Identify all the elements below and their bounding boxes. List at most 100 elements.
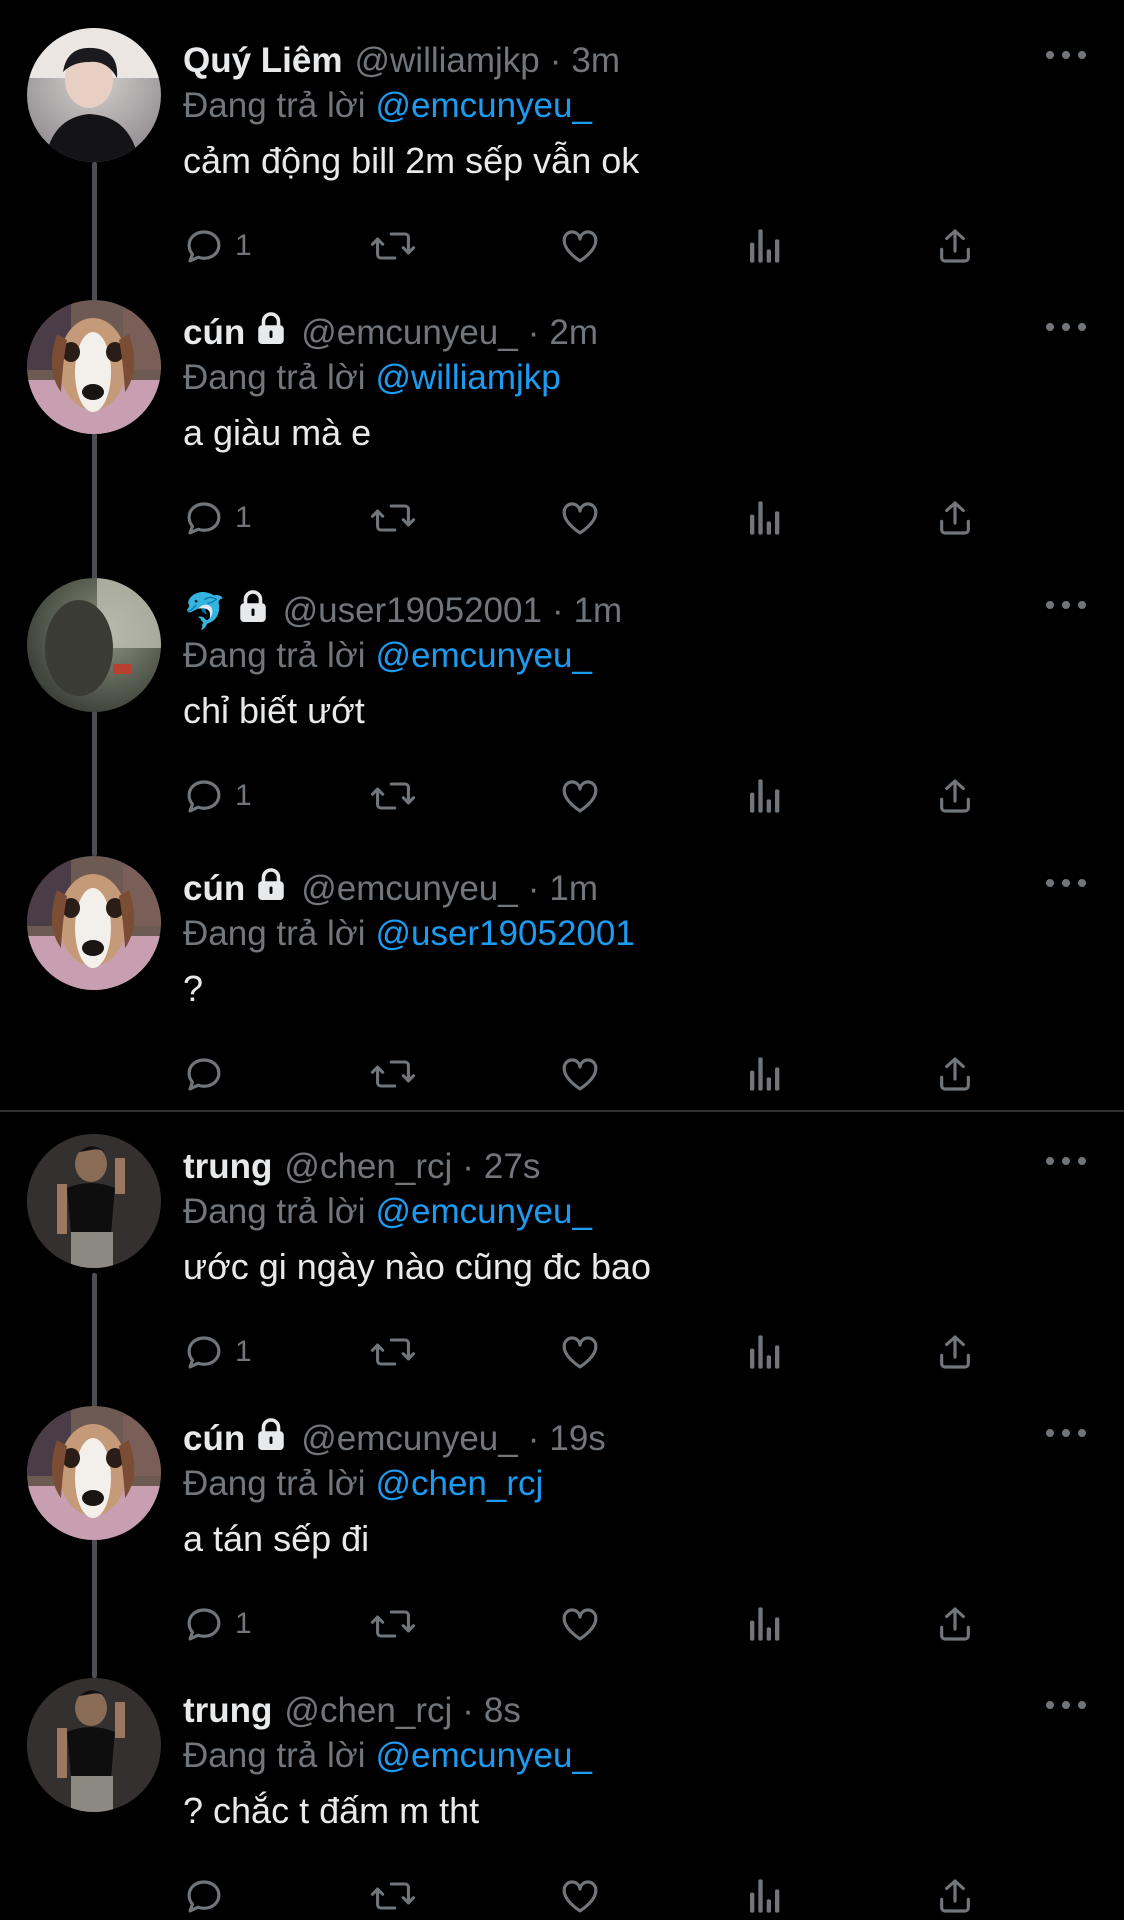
timestamp[interactable]: 1m [549, 869, 598, 909]
avatar[interactable] [27, 856, 161, 990]
more-icon[interactable] [1046, 1418, 1086, 1448]
retweet-button[interactable] [369, 490, 417, 546]
replying-to: Đang trả lời @chen_rcj [183, 1464, 543, 1504]
user-handle[interactable]: @chen_rcj [284, 1691, 452, 1731]
retweet-button[interactable] [369, 1046, 417, 1102]
heart-icon [558, 1875, 602, 1917]
like-button[interactable] [558, 1046, 602, 1102]
display-name[interactable]: cún [183, 1419, 245, 1459]
user-handle[interactable]: @chen_rcj [284, 1147, 452, 1187]
avatar[interactable] [27, 300, 161, 434]
views-button[interactable] [747, 1868, 783, 1920]
retweet-icon [369, 1053, 417, 1095]
like-button[interactable] [558, 768, 602, 824]
avatar[interactable] [27, 578, 161, 712]
avatar[interactable] [27, 1134, 161, 1268]
replying-to-label: Đang trả lời [183, 914, 366, 953]
timestamp[interactable]: 8s [484, 1691, 521, 1731]
avatar[interactable] [27, 1678, 161, 1812]
replying-to-handle[interactable]: @user19052001 [375, 914, 634, 953]
views-button[interactable] [747, 768, 783, 824]
reply-button[interactable]: 1 [183, 1324, 252, 1380]
views-button[interactable] [747, 1596, 783, 1652]
replying-to-handle[interactable]: @emcunyeu_ [375, 1192, 591, 1231]
share-button[interactable] [935, 1324, 975, 1380]
more-icon[interactable] [1046, 1690, 1086, 1720]
timestamp[interactable]: 27s [484, 1147, 540, 1187]
more-icon[interactable] [1046, 312, 1086, 342]
user-handle[interactable]: @user19052001 [283, 591, 542, 631]
replying-to-handle[interactable]: @emcunyeu_ [375, 636, 591, 675]
like-button[interactable] [558, 1868, 602, 1920]
like-button[interactable] [558, 1596, 602, 1652]
lock-icon [253, 311, 289, 356]
more-icon[interactable] [1046, 1146, 1086, 1176]
display-name[interactable]: trung [183, 1147, 272, 1187]
views-button[interactable] [747, 218, 783, 274]
share-button[interactable] [935, 218, 975, 274]
tweet-header: trung @chen_rcj · 8s [183, 1688, 1034, 1734]
share-icon [935, 1875, 975, 1917]
views-button[interactable] [747, 1046, 783, 1102]
replying-to-handle[interactable]: @emcunyeu_ [375, 86, 591, 125]
timestamp[interactable]: 3m [571, 41, 620, 81]
share-button[interactable] [935, 490, 975, 546]
display-name[interactable]: cún [183, 313, 245, 353]
replying-to-handle[interactable]: @williamjkp [375, 358, 560, 397]
avatar[interactable] [27, 28, 161, 162]
timestamp[interactable]: 1m [574, 591, 623, 631]
more-icon[interactable] [1046, 40, 1086, 70]
reply-button[interactable] [183, 1046, 235, 1102]
display-name[interactable]: trung [183, 1691, 272, 1731]
replying-to: Đang trả lời @emcunyeu_ [183, 1736, 592, 1776]
views-icon [747, 226, 783, 266]
display-name[interactable]: Quý Liêm [183, 41, 342, 81]
like-button[interactable] [558, 490, 602, 546]
replying-to-handle[interactable]: @emcunyeu_ [375, 1736, 591, 1775]
heart-icon [558, 1053, 602, 1095]
user-handle[interactable]: @emcunyeu_ [301, 313, 517, 353]
user-handle[interactable]: @emcunyeu_ [301, 1419, 517, 1459]
user-handle[interactable]: @williamjkp [354, 41, 539, 81]
more-icon[interactable] [1046, 868, 1086, 898]
share-button[interactable] [935, 1596, 975, 1652]
reply-button[interactable]: 1 [183, 768, 252, 824]
avatar[interactable] [27, 1406, 161, 1540]
action-bar: 1 [183, 218, 1003, 274]
like-button[interactable] [558, 218, 602, 274]
reply-count: 1 [235, 1335, 252, 1368]
retweet-button[interactable] [369, 768, 417, 824]
share-button[interactable] [935, 1046, 975, 1102]
replying-to-label: Đang trả lời [183, 1192, 366, 1231]
views-button[interactable] [747, 1324, 783, 1380]
action-bar: 1 [183, 1324, 1003, 1380]
action-bar [183, 1046, 1003, 1102]
timestamp[interactable]: 19s [549, 1419, 605, 1459]
retweet-button[interactable] [369, 1324, 417, 1380]
retweet-icon [369, 1875, 417, 1917]
display-name[interactable]: 🐬 [183, 591, 227, 632]
share-button[interactable] [935, 1868, 975, 1920]
like-button[interactable] [558, 1324, 602, 1380]
replying-to: Đang trả lời @user19052001 [183, 914, 635, 954]
tweet: cún @emcunyeu_ · 2m Đang trả lời @williamjkp a… [0, 300, 1124, 570]
retweet-button[interactable] [369, 218, 417, 274]
reply-button[interactable]: 1 [183, 1596, 252, 1652]
timestamp[interactable]: 2m [549, 313, 598, 353]
share-button[interactable] [935, 768, 975, 824]
reply-icon [183, 775, 225, 817]
retweet-button[interactable] [369, 1868, 417, 1920]
reply-button[interactable]: 1 [183, 490, 252, 546]
reply-count: 1 [235, 501, 252, 534]
retweet-button[interactable] [369, 1596, 417, 1652]
replying-to-handle[interactable]: @chen_rcj [375, 1464, 543, 1503]
views-button[interactable] [747, 490, 783, 546]
share-icon [935, 1603, 975, 1645]
reply-button[interactable]: 1 [183, 218, 252, 274]
reply-button[interactable] [183, 1868, 235, 1920]
tweet-text: cảm động bill 2m sếp vẫn ok [183, 140, 640, 181]
separator-dot: · [462, 1147, 474, 1186]
user-handle[interactable]: @emcunyeu_ [301, 869, 517, 909]
display-name[interactable]: cún [183, 869, 245, 909]
more-icon[interactable] [1046, 590, 1086, 620]
